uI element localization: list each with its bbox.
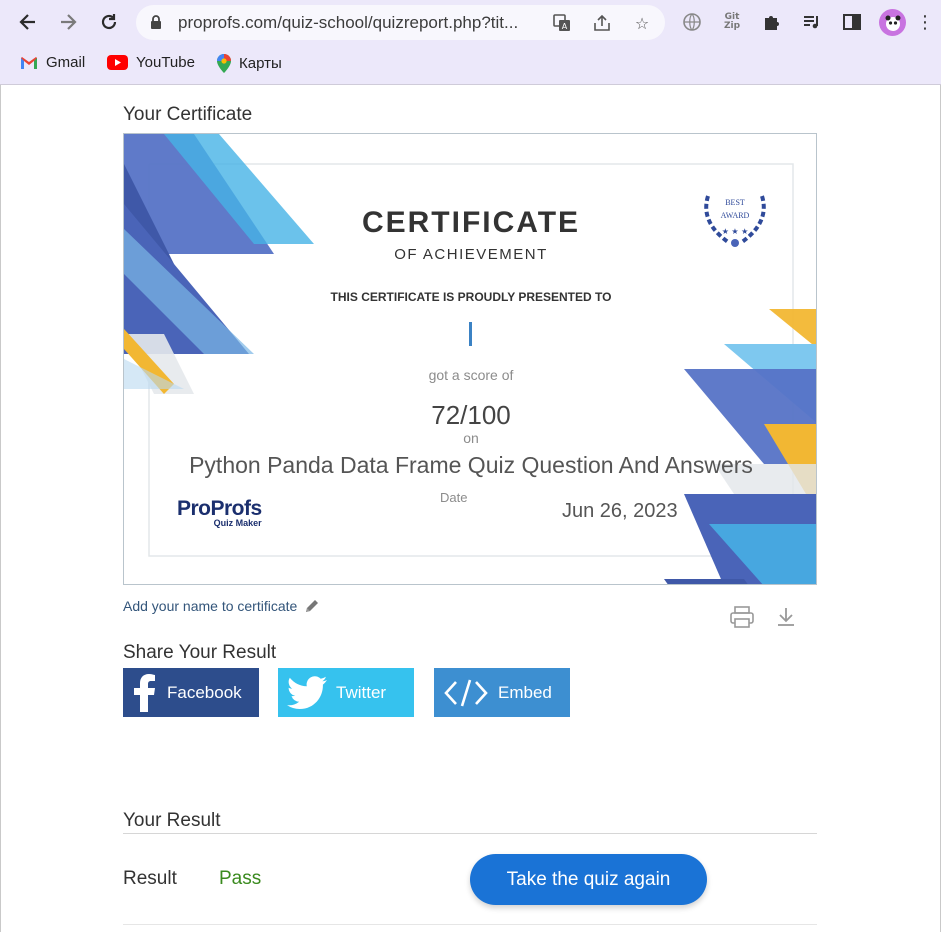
svg-text:A: A [562, 22, 568, 31]
reload-icon [101, 14, 117, 30]
facebook-icon [123, 668, 167, 717]
back-arrow-icon [19, 14, 35, 30]
bookmark-label: Gmail [46, 54, 86, 71]
profile-avatar[interactable] [879, 9, 906, 36]
gitzip-extension-icon[interactable]: Git Zip [720, 10, 744, 34]
url-text[interactable]: proprofs.com/quiz-school/quizreport.php?… [178, 13, 518, 33]
share-label: Twitter [336, 682, 387, 702]
bookmark-label: Карты [239, 55, 282, 72]
on-label: on [463, 430, 479, 446]
add-name-label[interactable]: Add your name to certificate [123, 598, 297, 614]
globe-extension-icon[interactable] [680, 10, 704, 34]
logo-main-text: ProProfs [177, 497, 262, 520]
result-divider-top [123, 833, 817, 834]
share-heading: Share Your Result [123, 642, 277, 663]
printer-icon [730, 606, 754, 628]
date-label: Date [440, 490, 468, 505]
certificate-date: Jun 26, 2023 [562, 500, 678, 522]
share-embed-button[interactable]: Embed [434, 668, 570, 717]
score-label: got a score of [428, 367, 514, 383]
lock-icon [151, 15, 161, 29]
take-quiz-again-button[interactable]: Take the quiz again [470, 854, 707, 905]
translate-icon[interactable]: A [551, 12, 573, 34]
share-twitter-button[interactable]: Twitter [278, 668, 414, 717]
certificate-heading: Your Certificate [123, 104, 253, 125]
add-name-link[interactable]: Add your name to certificate [123, 597, 321, 615]
quiz-title: Python Panda Data Frame Quiz Question An… [189, 452, 753, 478]
print-button[interactable] [729, 605, 755, 629]
result-value: Pass [219, 868, 262, 889]
certificate-subtitle: OF ACHIEVEMENT [394, 246, 548, 263]
pencil-icon[interactable] [303, 597, 321, 615]
embed-code-icon [434, 668, 498, 717]
reload-button[interactable] [95, 8, 123, 36]
download-button[interactable] [775, 605, 797, 629]
certificate: ★ ★ ★ BEST AWARD CERTIFICATE OF ACHIEVEM… [123, 133, 817, 585]
youtube-icon [107, 55, 128, 70]
presented-to-text: THIS CERTIFICATE IS PROUDLY PRESENTED TO [330, 290, 612, 304]
puzzle-extensions-icon[interactable] [760, 10, 784, 34]
download-icon [778, 608, 794, 626]
gmail-icon [21, 56, 37, 69]
proprofs-logo: ProProfs Quiz Maker [177, 497, 262, 529]
share-label: Facebook [167, 682, 242, 702]
share-facebook-button[interactable]: Facebook [123, 668, 259, 717]
retake-label: Take the quiz again [506, 868, 671, 890]
address-bar[interactable]: proprofs.com/quiz-school/quizreport.php?… [136, 5, 665, 40]
media-playlist-icon[interactable] [800, 10, 824, 34]
forward-button[interactable] [54, 8, 82, 36]
bookmarks-bar: Gmail YouTube Карты [0, 45, 941, 85]
side-panel-icon[interactable] [840, 10, 864, 34]
bookmark-maps[interactable]: Карты [217, 54, 282, 73]
bookmark-youtube[interactable]: YouTube [107, 54, 195, 71]
panda-avatar-icon [885, 15, 900, 31]
result-label: Result [123, 868, 177, 889]
back-button[interactable] [14, 8, 42, 36]
twitter-icon [278, 668, 336, 717]
bookmark-gmail[interactable]: Gmail [20, 54, 85, 71]
page-left-border [0, 85, 1, 932]
maps-icon [217, 54, 231, 73]
share-label: Embed [498, 682, 552, 702]
browser-menu-icon[interactable]: ⋮ [913, 10, 937, 34]
bookmark-star-icon[interactable]: ☆ [631, 12, 653, 34]
browser-toolbar: proprofs.com/quiz-school/quizreport.php?… [0, 0, 941, 45]
share-page-icon[interactable] [591, 12, 613, 34]
certificate-title: CERTIFICATE [361, 206, 581, 239]
score-value: 72/100 [431, 400, 511, 430]
name-placeholder-cursor [469, 322, 472, 346]
forward-arrow-icon [61, 14, 77, 30]
result-heading: Your Result [123, 810, 221, 831]
bookmark-label: YouTube [136, 54, 195, 71]
result-divider-bottom [123, 924, 817, 925]
